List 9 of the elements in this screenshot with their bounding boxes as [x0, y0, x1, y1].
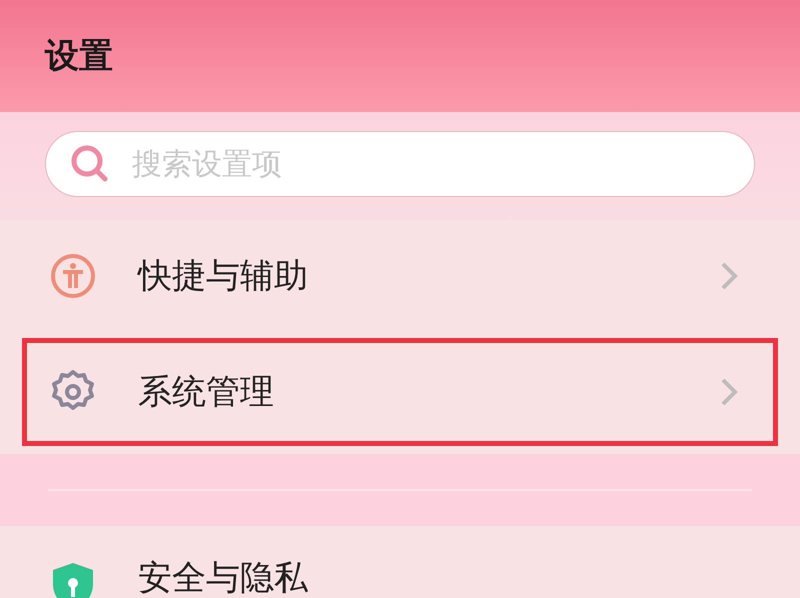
- accessibility-icon: [50, 253, 96, 299]
- settings-row[interactable]: 快捷与辅助: [22, 222, 778, 330]
- settings-row[interactable]: 系统管理: [22, 338, 778, 446]
- row-label: 安全与隐私: [138, 561, 309, 595]
- row-label: 系统管理: [138, 375, 275, 409]
- row-label: 快捷与辅助: [138, 259, 309, 293]
- page-title: 设置: [45, 39, 113, 73]
- settings-row[interactable]: 安全与隐私: [22, 526, 778, 598]
- shield-icon: [50, 561, 96, 598]
